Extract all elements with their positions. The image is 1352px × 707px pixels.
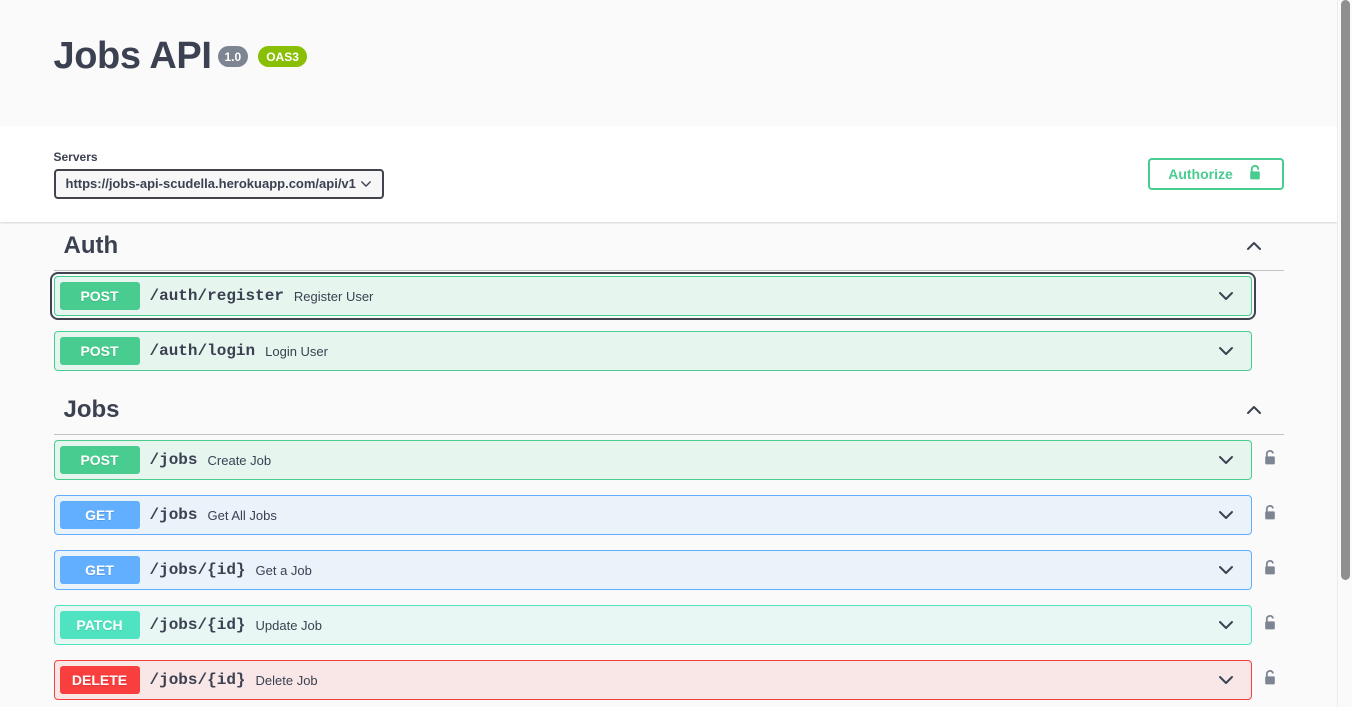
operation-description: Register User <box>293 288 374 304</box>
authorization-lock-slot <box>1256 449 1284 472</box>
unlock-icon[interactable] <box>1262 669 1278 692</box>
authorize-button-label: Authorize <box>1168 166 1233 182</box>
chevron-down-icon[interactable] <box>1216 450 1246 470</box>
authorization-lock-slot <box>1256 614 1284 637</box>
scheme-container: Servers https://jobs-api-scudella.heroku… <box>0 126 1337 222</box>
chevron-down-icon[interactable] <box>1216 286 1246 306</box>
unlock-icon[interactable] <box>1262 614 1278 637</box>
opblock-summary[interactable]: POST /auth/register Register User <box>55 277 1251 315</box>
authorization-lock-slot <box>1256 504 1284 527</box>
opblock-patch-jobs-id[interactable]: PATCH /jobs/{id} Update Job <box>53 605 1252 645</box>
http-method-badge: POST <box>59 446 140 474</box>
operation-row: GET /jobs/{id} Get a Job <box>53 550 1284 590</box>
operation-path: /jobs <box>149 506 198 524</box>
operation-description: Delete Job <box>255 672 318 688</box>
operation-path: /auth/register <box>149 287 284 305</box>
operation-description: Get a Job <box>255 562 312 578</box>
scheme-inner: Servers https://jobs-api-scudella.heroku… <box>34 126 1304 222</box>
operation-description: Get All Jobs <box>207 507 277 523</box>
chevron-down-icon[interactable] <box>1216 560 1246 580</box>
operation-path: /jobs/{id} <box>149 671 246 689</box>
tag-section-jobs: Jobs POST /jobs Create Job GET /jobs Get… <box>53 386 1284 700</box>
api-title-row: Jobs API 1.0 OAS3 <box>54 0 1284 78</box>
authorization-lock-slot <box>1256 559 1284 582</box>
swagger-ui-page: Jobs API 1.0 OAS3 Servers https://jobs-a… <box>0 0 1352 707</box>
opblock-summary[interactable]: POST /auth/login Login User <box>55 332 1251 370</box>
tag-operations: POST /auth/register Register User POST /… <box>49 272 1284 371</box>
opblock-delete-jobs-id[interactable]: DELETE /jobs/{id} Delete Job <box>53 660 1252 700</box>
chevron-down-icon[interactable] <box>1216 341 1246 361</box>
page-title: Jobs API <box>53 35 212 77</box>
servers-label: Servers <box>53 149 98 164</box>
chevron-down-icon <box>359 177 373 191</box>
operation-path: /auth/login <box>149 342 256 360</box>
servers-block: Servers https://jobs-api-scudella.heroku… <box>53 149 384 199</box>
chevron-down-icon[interactable] <box>1216 505 1246 525</box>
unlock-icon <box>1247 164 1263 185</box>
http-method-badge: DELETE <box>59 666 140 694</box>
operation-path: /jobs/{id} <box>149 616 246 634</box>
server-select-value: https://jobs-api-scudella.herokuapp.com/… <box>65 176 356 191</box>
opblock-get-jobs-id[interactable]: GET /jobs/{id} Get a Job <box>53 550 1252 590</box>
opblock-summary[interactable]: GET /jobs Get All Jobs <box>55 496 1251 534</box>
oas-version-badge: OAS3 <box>258 45 307 67</box>
vertical-scrollbar[interactable] <box>1337 0 1352 707</box>
opblock-post-jobs[interactable]: POST /jobs Create Job <box>53 440 1252 480</box>
opblock-post-auth-register[interactable]: POST /auth/register Register User <box>49 272 1256 320</box>
chevron-down-icon[interactable] <box>1216 670 1246 690</box>
unlock-icon[interactable] <box>1262 559 1278 582</box>
tag-name: Jobs <box>63 396 120 423</box>
operation-path: /jobs <box>149 451 198 469</box>
version-badge: 1.0 <box>217 45 249 67</box>
unlock-icon[interactable] <box>1262 449 1278 472</box>
opblock-summary[interactable]: GET /jobs/{id} Get a Job <box>55 551 1251 589</box>
tag-section-auth: Auth POST /auth/register Register User P… <box>49 222 1284 371</box>
http-method-badge: GET <box>59 556 140 584</box>
tag-operations: POST /jobs Create Job GET /jobs Get All … <box>53 440 1284 700</box>
chevron-down-icon[interactable] <box>1216 615 1246 635</box>
operation-description: Create Job <box>207 452 272 468</box>
operation-row: GET /jobs Get All Jobs <box>53 495 1284 535</box>
operation-row: POST /jobs Create Job <box>53 440 1284 480</box>
api-info-inner: Jobs API 1.0 OAS3 <box>34 0 1304 78</box>
tag-sections-root: Auth POST /auth/register Register User P… <box>49 222 1284 700</box>
opblock-get-jobs[interactable]: GET /jobs Get All Jobs <box>53 495 1252 535</box>
operation-description: Update Job <box>255 617 323 633</box>
page-content: Jobs API 1.0 OAS3 Servers https://jobs-a… <box>0 0 1337 700</box>
operation-row: POST /auth/register Register User <box>49 272 1284 320</box>
opblock-summary[interactable]: POST /jobs Create Job <box>55 441 1251 479</box>
opblock-summary[interactable]: PATCH /jobs/{id} Update Job <box>55 606 1251 644</box>
http-method-badge: POST <box>59 337 140 365</box>
scrollbar-thumb[interactable] <box>1341 0 1350 580</box>
tag-header-auth[interactable]: Auth <box>53 222 1284 271</box>
http-method-badge: POST <box>59 282 140 310</box>
http-method-badge: PATCH <box>59 611 140 639</box>
operation-path: /jobs/{id} <box>149 561 246 579</box>
api-info-header: Jobs API 1.0 OAS3 <box>0 0 1337 126</box>
authorize-wrapper: Authorize <box>1147 158 1284 190</box>
operation-row: POST /auth/login Login User <box>53 331 1284 371</box>
http-method-badge: GET <box>59 501 140 529</box>
chevron-up-icon[interactable] <box>1244 400 1264 420</box>
opblock-post-auth-login[interactable]: POST /auth/login Login User <box>53 331 1252 371</box>
tag-name: Auth <box>63 232 119 259</box>
unlock-icon[interactable] <box>1262 504 1278 527</box>
tag-header-jobs[interactable]: Jobs <box>53 386 1284 435</box>
chevron-up-icon[interactable] <box>1244 236 1264 256</box>
operations-wrapper: Auth POST /auth/register Register User P… <box>34 222 1304 700</box>
opblock-summary[interactable]: DELETE /jobs/{id} Delete Job <box>55 661 1251 699</box>
operation-description: Login User <box>265 343 328 359</box>
authorization-lock-slot <box>1256 669 1284 692</box>
operation-row: PATCH /jobs/{id} Update Job <box>53 605 1284 645</box>
server-select[interactable]: https://jobs-api-scudella.herokuapp.com/… <box>53 168 384 199</box>
authorize-button[interactable]: Authorize <box>1147 158 1284 190</box>
operation-row: DELETE /jobs/{id} Delete Job <box>53 660 1284 700</box>
